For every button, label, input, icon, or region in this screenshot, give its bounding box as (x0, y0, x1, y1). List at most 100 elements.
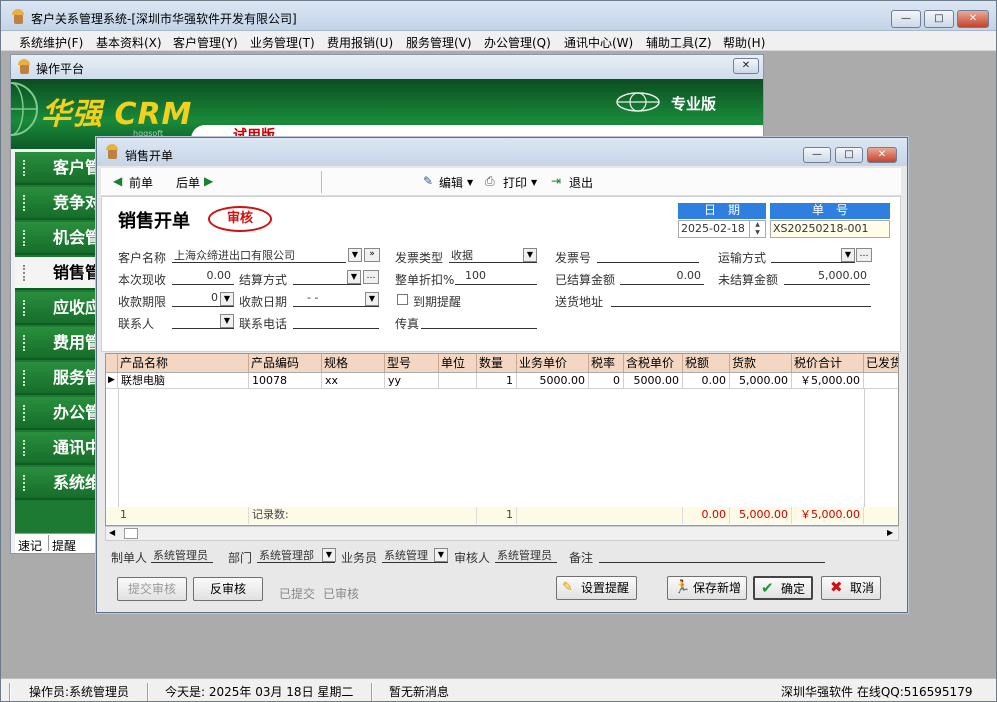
dialog-maximize-button[interactable]: □ (835, 147, 863, 163)
scroll-right-icon[interactable]: ▶ (887, 528, 893, 537)
remind-checkbox[interactable] (397, 294, 408, 305)
table-cell[interactable]: xx (322, 373, 385, 389)
chevron-down-icon[interactable]: ▼ (467, 178, 473, 187)
edit-button[interactable]: 编辑 (439, 174, 463, 191)
menu-bar: 系统维护(F) 基本资料(X) 客户管理(Y) 业务管理(T) 费用报销(U) … (1, 31, 996, 51)
edit-icon[interactable]: ✎ (423, 174, 433, 188)
ellipsis-icon[interactable]: … (856, 248, 872, 262)
table-cell[interactable]: 5000.00 (624, 373, 683, 389)
chevron-down-icon[interactable]: ▼ (348, 248, 362, 262)
menu-customer[interactable]: 客户管理(Y) (173, 34, 238, 51)
grid-header[interactable]: 含税单价 (624, 354, 683, 373)
check-icon: ✔ (761, 579, 774, 597)
chevron-down-icon[interactable]: ▼ (220, 314, 234, 328)
grid-header[interactable]: 税率 (589, 354, 624, 373)
menu-system[interactable]: 系统维护(F) (19, 34, 83, 51)
save-new-button[interactable]: 🏃 保存新增 (667, 576, 747, 600)
exit-button[interactable]: 退出 (569, 174, 593, 191)
chevron-down-icon[interactable]: ▼ (523, 248, 537, 262)
table-cell[interactable]: 5,000.00 (730, 373, 792, 389)
cancel-button[interactable]: ✖ 取消 (821, 576, 881, 600)
platform-close-button[interactable]: ✕ (733, 58, 759, 74)
invoice-no-input[interactable] (597, 247, 699, 263)
grid-header[interactable]: 税价合计 (792, 354, 864, 373)
double-chevron-icon[interactable]: » (364, 248, 380, 262)
print-button[interactable]: 打印 (503, 174, 527, 191)
menu-help[interactable]: 帮助(H) (723, 34, 765, 51)
chevron-down-icon[interactable]: ▼ (434, 548, 448, 562)
table-cell[interactable] (864, 373, 898, 389)
printer-icon[interactable]: ⎙ (485, 174, 495, 189)
chevron-down-icon[interactable]: ▼ (220, 292, 234, 306)
grip-icon (23, 195, 27, 211)
table-cell[interactable] (439, 373, 477, 389)
next-button[interactable]: 后单 (176, 174, 200, 191)
grid-header[interactable]: 单位 (439, 354, 477, 373)
table-cell[interactable]: 0.00 (683, 373, 730, 389)
fax-input[interactable] (421, 313, 537, 329)
term-label: 收款期限 (118, 295, 167, 309)
table-cell[interactable]: 5000.00 (517, 373, 589, 389)
grid-header[interactable]: 产品编码 (249, 354, 322, 373)
table-cell[interactable]: yy (385, 373, 439, 389)
chevron-down-icon[interactable]: ▼ (322, 548, 336, 562)
note-input[interactable] (599, 547, 825, 563)
platform-icon (17, 59, 31, 75)
tab-reminder[interactable]: 提醒 (52, 537, 76, 554)
menu-service[interactable]: 服务管理(V) (406, 34, 472, 51)
arrow-left-icon[interactable]: ◀ (113, 174, 122, 188)
menu-office[interactable]: 办公管理(Q) (484, 34, 551, 51)
maximize-button[interactable]: □ (924, 10, 954, 28)
table-cell[interactable]: ￥5,000.00 (792, 373, 864, 389)
address-input[interactable] (611, 291, 871, 307)
grid-header[interactable]: 产品名称 (118, 354, 249, 373)
dept-label: 部门 (228, 551, 253, 565)
menu-comm[interactable]: 通讯中心(W) (564, 34, 633, 51)
address-label: 送货地址 (555, 295, 604, 309)
grid-header-corner (106, 354, 118, 373)
chevron-down-icon[interactable]: ▼ (531, 178, 537, 187)
maker-value: 系统管理员 (151, 547, 213, 563)
unaudit-button[interactable]: 反审核 (193, 577, 263, 601)
order-no-input[interactable]: XS20250218-001 (770, 220, 890, 238)
table-cell[interactable]: 联想电脑 (118, 373, 249, 389)
scroll-thumb[interactable] (124, 528, 138, 539)
menu-tools[interactable]: 辅助工具(Z) (646, 34, 712, 51)
horizontal-scrollbar[interactable]: ◀ ▶ (105, 526, 899, 541)
minimize-button[interactable]: — (891, 10, 921, 28)
chevron-down-icon[interactable]: ▼ (365, 292, 379, 306)
grid-header[interactable]: 已发货 (864, 354, 898, 373)
chevron-down-icon[interactable]: ▼ (841, 248, 855, 262)
table-cell[interactable]: 10078 (249, 373, 322, 389)
dialog-close-button[interactable]: ✕ (867, 147, 897, 163)
menu-basic[interactable]: 基本资料(X) (96, 34, 162, 51)
grid-header[interactable]: 货款 (730, 354, 792, 373)
spinner-icon[interactable]: ▲ ▼ (749, 221, 765, 237)
grid-header[interactable]: 规格 (322, 354, 385, 373)
phone-input[interactable] (293, 313, 379, 329)
grid-header[interactable]: 业务单价 (517, 354, 589, 373)
customer-input[interactable]: 上海众缔进出口有限公司 (172, 247, 346, 263)
set-reminder-button[interactable]: ✎ 设置提醒 (556, 576, 637, 600)
submit-audit-button[interactable]: 提交审核 (117, 577, 187, 601)
tab-quicknote[interactable]: 速记 (18, 537, 42, 554)
save-new-label: 保存新增 (693, 581, 742, 595)
arrow-right-icon[interactable]: ▶ (204, 174, 213, 188)
prev-button[interactable]: 前单 (129, 174, 153, 191)
grid-header[interactable]: 型号 (385, 354, 439, 373)
exit-icon[interactable]: ⇥ (551, 174, 561, 188)
ok-button[interactable]: ✔ 确定 (753, 576, 813, 600)
cash-input[interactable]: 0.00 (172, 269, 234, 285)
dialog-minimize-button[interactable]: — (803, 147, 831, 163)
grid-header[interactable]: 税额 (683, 354, 730, 373)
discount-input[interactable]: 100 (455, 269, 537, 285)
grid-header[interactable]: 数量 (477, 354, 517, 373)
menu-expense[interactable]: 费用报销(U) (327, 34, 393, 51)
menu-business[interactable]: 业务管理(T) (250, 34, 315, 51)
table-cell[interactable]: 1 (477, 373, 517, 389)
close-button[interactable]: ✕ (957, 10, 989, 28)
chevron-down-icon[interactable]: ▼ (347, 270, 361, 284)
ellipsis-icon[interactable]: … (363, 270, 379, 284)
scroll-left-icon[interactable]: ◀ (109, 528, 115, 537)
table-cell[interactable]: 0 (589, 373, 624, 389)
